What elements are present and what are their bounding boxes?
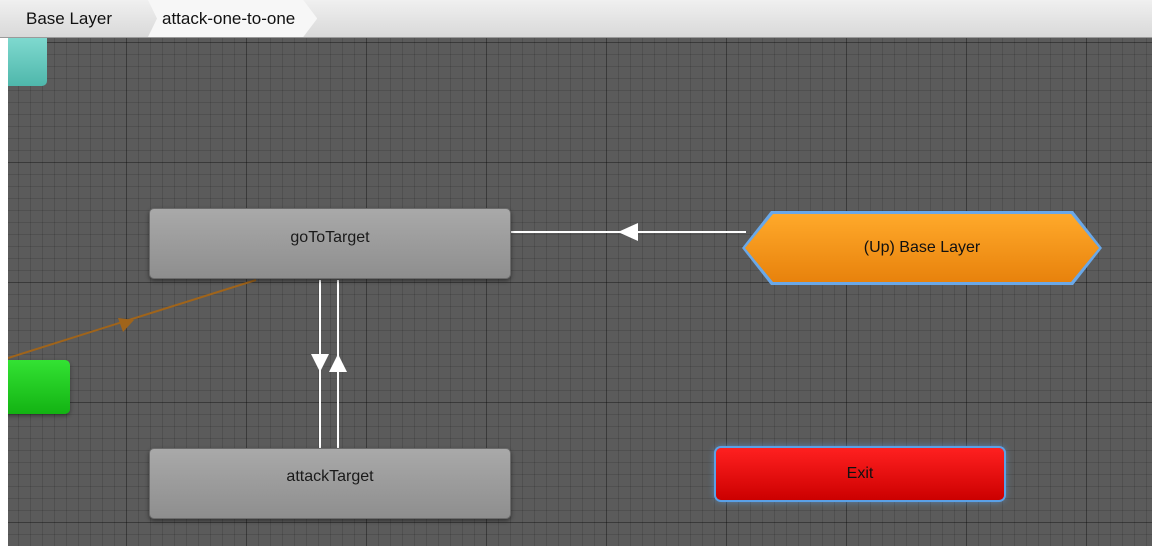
transition-arrow-up-icon [329,354,347,372]
breadcrumb: Base Layer attack-one-to-one [0,0,1152,38]
state-up-base-layer-label: (Up) Base Layer [863,239,981,256]
animator-graph-canvas[interactable]: goToTarget attackTarget (Up) Base Layer … [8,38,1152,546]
state-attacktarget[interactable]: attackTarget [149,448,511,519]
breadcrumb-item-base-layer[interactable]: Base Layer [14,0,124,37]
state-up-base-layer[interactable]: (Up) Base Layer [745,214,1099,282]
state-gototarget[interactable]: goToTarget [149,208,511,279]
transition-arrow-down-icon [311,354,329,372]
state-gototarget-label: goToTarget [290,228,370,246]
transition-arrow-left-icon [618,223,638,241]
transition-arrow-entry-icon [118,318,134,332]
exit-node[interactable]: Exit [716,448,1004,500]
any-state-node[interactable] [8,38,47,86]
breadcrumb-item-attack-one-to-one[interactable]: attack-one-to-one [148,0,317,37]
entry-node[interactable] [8,360,70,414]
exit-node-label: Exit [846,465,874,482]
transition-entry-to-gototarget[interactable] [8,279,257,359]
state-attacktarget-label: attackTarget [286,467,374,485]
